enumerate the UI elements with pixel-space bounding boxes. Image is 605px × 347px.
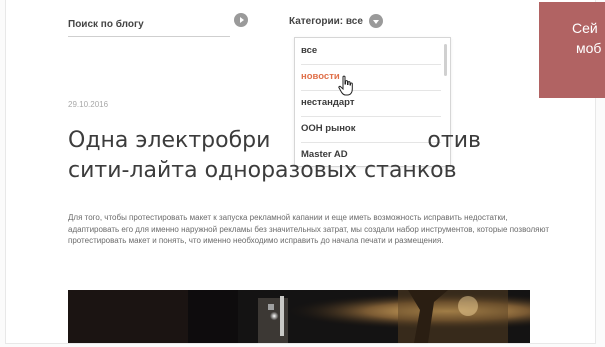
category-filter[interactable]: Категории: все (289, 11, 383, 31)
article-title-line2: сити-лайта одноразовых станков (68, 158, 457, 183)
article-title[interactable]: Одна электробри отив сити-лайта одноразов… (68, 126, 538, 186)
category-dropdown-toggle[interactable] (368, 14, 383, 28)
article-title-line1-start: Одна электробри (68, 128, 271, 153)
promo-banner-text: Сей моб (572, 20, 602, 56)
category-option-news[interactable]: новости (301, 64, 441, 91)
article-title-line1-end: отив (427, 128, 481, 153)
chevron-right-icon (239, 17, 244, 23)
category-selected-value: все (345, 15, 363, 27)
article-excerpt: Для того, чтобы протестировать макет к з… (68, 213, 549, 245)
search-input[interactable] (68, 16, 218, 32)
category-option-nonstandard[interactable]: нестандарт (301, 90, 441, 117)
blog-page: Категории: все все новости нестандарт OO… (0, 0, 605, 347)
promo-banner[interactable]: Сей моб (539, 2, 605, 98)
hand-pointer-icon (337, 75, 357, 97)
category-option-all[interactable]: все (301, 38, 441, 65)
article-date: 29.10.2016 (68, 100, 109, 109)
category-label: Категории: все (289, 15, 363, 27)
search-submit-button[interactable] (234, 13, 248, 27)
blog-search (68, 10, 230, 37)
night-street-photo (68, 290, 530, 343)
dropdown-scrollbar[interactable] (444, 44, 447, 76)
chevron-down-icon (372, 19, 379, 24)
content-frame: Категории: все все новости нестандарт OO… (5, 0, 596, 344)
article-photo[interactable] (68, 290, 530, 343)
